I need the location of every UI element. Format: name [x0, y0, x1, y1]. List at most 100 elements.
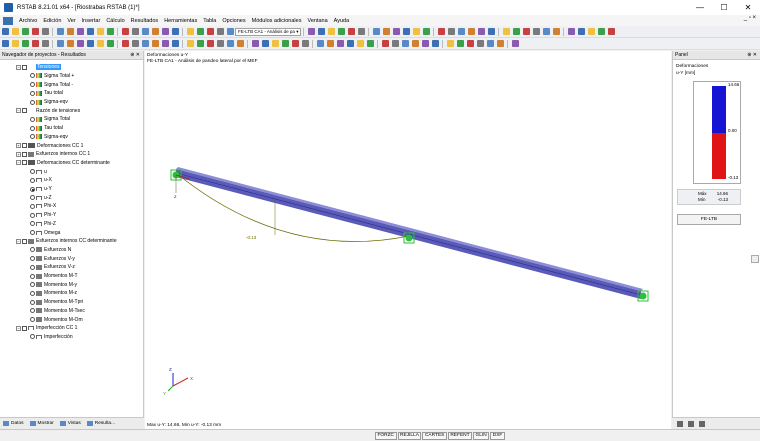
menu-edicion[interactable]: Edición: [40, 18, 64, 24]
tab-vistas[interactable]: Vistas: [57, 421, 84, 426]
tab-datos[interactable]: Datos: [0, 421, 27, 426]
status-toggle-button[interactable]: GLIN: [473, 432, 490, 440]
toolbar-button-icon[interactable]: [236, 40, 244, 47]
toolbar-button-icon[interactable]: [381, 40, 389, 47]
tree-radio[interactable]: [30, 90, 35, 96]
menu-resultados[interactable]: Resultados: [128, 18, 162, 24]
tree-radio[interactable]: [30, 177, 35, 183]
toolbar-button-icon[interactable]: [291, 40, 299, 47]
menu-tabla[interactable]: Tabla: [200, 18, 219, 24]
toolbar-button-icon[interactable]: [21, 28, 29, 35]
panel-header-controls[interactable]: ⊕ ✕: [747, 52, 760, 58]
filter-icon[interactable]: [688, 420, 694, 427]
tree-expander-icon[interactable]: −: [16, 160, 21, 166]
tree-item[interactable]: − Imperfección CC 1: [16, 324, 77, 333]
toolbar-button-icon[interactable]: [151, 40, 159, 47]
toolbar-button-icon[interactable]: [597, 28, 605, 35]
tree-item[interactable]: − Esfuerzos internos CC determinante: [16, 237, 117, 246]
toolbar-button-icon[interactable]: [366, 40, 374, 47]
toolbar-button-icon[interactable]: [216, 28, 224, 35]
toolbar-button-icon[interactable]: [226, 28, 234, 35]
toolbar-button-icon[interactable]: [317, 28, 325, 35]
toolbar-button-icon[interactable]: [487, 28, 495, 35]
toolbar-button-icon[interactable]: [131, 28, 139, 35]
tree-radio[interactable]: [30, 282, 35, 288]
tree-item[interactable]: Esfuerzos V-z: [30, 263, 75, 272]
toolbar-button-icon[interactable]: [457, 28, 465, 35]
toolbar-button-icon[interactable]: [401, 40, 409, 47]
tree-item[interactable]: u-Z: [30, 194, 52, 203]
tree-radio[interactable]: [30, 99, 35, 105]
tree-item[interactable]: Momentos M-T: [30, 272, 78, 281]
toolbar-button-icon[interactable]: [31, 40, 39, 47]
toolbar-button-icon[interactable]: [121, 28, 129, 35]
toolbar-button-icon[interactable]: [31, 28, 39, 35]
status-toggle-button[interactable]: REFENT: [447, 432, 473, 440]
menu-ver[interactable]: Ver: [64, 18, 78, 24]
toolbar-button-icon[interactable]: [206, 28, 214, 35]
graphics-viewport[interactable]: Deformaciones u-Y FE-LTB CA1 - Análisis …: [145, 51, 671, 429]
toolbar-button-icon[interactable]: [41, 28, 49, 35]
minimize-button[interactable]: —: [688, 0, 712, 15]
toolbar-button-icon[interactable]: [542, 28, 550, 35]
toolbar-button-icon[interactable]: [307, 28, 315, 35]
tree-item[interactable]: Imperfección: [30, 333, 73, 342]
toolbar-button-icon[interactable]: [411, 40, 419, 47]
toolbar-button-icon[interactable]: [346, 40, 354, 47]
toolbar-button-icon[interactable]: [336, 40, 344, 47]
toolbar-button-icon[interactable]: [476, 40, 484, 47]
tree-item[interactable]: Omega: [30, 228, 60, 237]
toolbar-button-icon[interactable]: [141, 28, 149, 35]
maximize-button[interactable]: ☐: [712, 0, 736, 15]
fe-ltb-button[interactable]: FE-LTB: [677, 214, 741, 225]
tree-item[interactable]: Sigma-eqv: [30, 98, 68, 107]
toolbar-button-icon[interactable]: [56, 28, 64, 35]
toolbar-button-icon[interactable]: [337, 28, 345, 35]
tree-radio[interactable]: [30, 203, 35, 209]
tree-item[interactable]: u: [30, 167, 47, 176]
tree-radio[interactable]: [30, 82, 35, 88]
tree-radio[interactable]: [30, 195, 35, 201]
tree-radio[interactable]: [30, 308, 35, 314]
toolbar-button-icon[interactable]: [567, 28, 575, 35]
tree-expander-icon[interactable]: −: [16, 238, 21, 244]
toolbar-button-icon[interactable]: [21, 40, 29, 47]
toolbar-button-icon[interactable]: [316, 40, 324, 47]
toolbar-button-icon[interactable]: [477, 28, 485, 35]
toolbar-button-icon[interactable]: [131, 40, 139, 47]
toolbar-button-icon[interactable]: [532, 28, 540, 35]
palette-icon[interactable]: [677, 420, 683, 427]
toolbar-button-icon[interactable]: [402, 28, 410, 35]
menu-ventana[interactable]: Ventana: [304, 18, 330, 24]
toolbar-button-icon[interactable]: [171, 40, 179, 47]
toolbar-button-icon[interactable]: [76, 28, 84, 35]
toolbar-button-icon[interactable]: [577, 28, 585, 35]
toolbar-button-icon[interactable]: [11, 40, 19, 47]
toolbar-button-icon[interactable]: [467, 28, 475, 35]
toolbar-button-icon[interactable]: [271, 40, 279, 47]
tab-mostrar[interactable]: Mostrar: [27, 421, 57, 426]
toolbar-button-icon[interactable]: [216, 40, 224, 47]
print-icon[interactable]: [751, 255, 759, 263]
navigator-header-controls[interactable]: ⊕ ✕: [130, 52, 143, 58]
menu-opciones[interactable]: Opciones: [219, 18, 248, 24]
tree-item[interactable]: + Esfuerzos internos CC 1: [16, 150, 90, 159]
tree-expander-icon[interactable]: +: [16, 151, 21, 157]
mdi-window-controls[interactable]: _ ▫ ×: [744, 15, 756, 21]
tree-checkbox[interactable]: [22, 151, 27, 157]
toolbar-button-icon[interactable]: [151, 28, 159, 35]
tree-item[interactable]: Tau total: [30, 89, 63, 98]
toolbar-button-icon[interactable]: [356, 40, 364, 47]
toolbar-button-icon[interactable]: [196, 28, 204, 35]
menu-modulos[interactable]: Módulos adicionales: [249, 18, 305, 24]
tree-item[interactable]: Momentos M-z: [30, 289, 77, 298]
toolbar-button-icon[interactable]: [392, 28, 400, 35]
toolbar-button-icon[interactable]: [357, 28, 365, 35]
tree-item[interactable]: Sigma Total -: [30, 80, 73, 89]
status-toggle-button[interactable]: DXF: [490, 432, 505, 440]
toolbar-button-icon[interactable]: [141, 40, 149, 47]
toolbar-button-icon[interactable]: [106, 28, 114, 35]
toolbar-button-icon[interactable]: [446, 40, 454, 47]
tree-item[interactable]: Sigma-eqv: [30, 133, 68, 142]
menu-archivo[interactable]: Archivo: [16, 18, 40, 24]
